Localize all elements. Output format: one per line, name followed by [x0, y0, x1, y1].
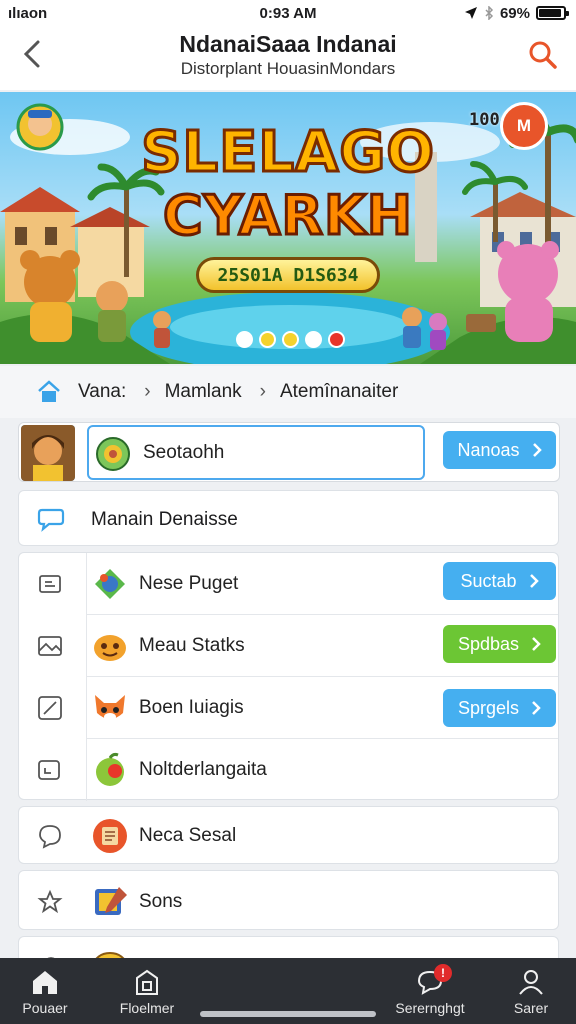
list-item[interactable]: Neca Sesal — [19, 805, 558, 867]
image-icon — [38, 636, 62, 656]
tab-profile[interactable]: Sarer — [496, 958, 566, 1024]
list-header-title: Manain Denaisse — [91, 509, 238, 530]
chevron-right-icon — [529, 574, 539, 588]
fruit-game-icon — [96, 752, 124, 786]
home-indicator — [200, 1011, 376, 1017]
battery-percent: 69% — [499, 4, 530, 22]
list-item-button-label: Sprgels — [457, 697, 520, 718]
breadcrumb: Vana: › Mamlank › Atemînanaiter — [0, 366, 576, 418]
game-banner[interactable]: SLELAGO CYARKH 25S01A D1S634 1004 M — [0, 92, 576, 364]
chevron-right-icon — [532, 701, 541, 715]
store-icon — [136, 969, 158, 995]
chevron-right-icon — [532, 443, 542, 457]
search-action-label: Nanoas — [457, 439, 520, 460]
status-bar: ılıaon 0:93 AM 69% — [0, 0, 576, 26]
fox-game-icon — [95, 695, 125, 721]
header-titles: NdanaiSaaa Indanai Distorplant HouasinMo… — [0, 30, 576, 80]
list-item-button-1[interactable]: Suctab — [443, 562, 556, 600]
banner-score: 25S01A D1S634 — [196, 257, 380, 293]
breadcrumb-item-2[interactable]: Mamlank — [165, 381, 242, 403]
tab-label: Floelmer — [119, 1000, 175, 1016]
page-title: NdanaiSaaa Indanai — [179, 31, 397, 57]
pumpkin-game-icon — [94, 635, 126, 661]
home-icon[interactable] — [36, 379, 62, 405]
list-item[interactable]: Sons — [19, 871, 558, 933]
carousel-dot[interactable] — [305, 331, 322, 348]
list-item-button-2[interactable]: Spdbas — [443, 625, 556, 663]
carousel-dot[interactable] — [282, 331, 299, 348]
carousel-dot[interactable] — [236, 331, 253, 348]
chevron-right-icon — [532, 637, 541, 651]
chevron-right-icon: › — [259, 381, 266, 402]
header: NdanaiSaaa Indanai Distorplant HouasinMo… — [0, 26, 576, 90]
page-subtitle: Distorplant HouasinMondars — [180, 59, 396, 78]
chevron-right-icon: › — [144, 381, 151, 402]
comment-icon — [39, 825, 61, 849]
tab-store[interactable]: Floelmer — [112, 958, 182, 1024]
user-icon — [519, 970, 543, 995]
breadcrumb-item-1[interactable]: Vana: — [78, 381, 126, 403]
bluetooth-icon — [485, 6, 494, 20]
battery-icon — [536, 6, 569, 20]
list-item-label: Noltderlangaita — [139, 759, 267, 780]
search-icon — [529, 41, 557, 69]
coin-badge[interactable]: M — [500, 102, 548, 150]
document-icon — [39, 575, 61, 593]
list-item-label: Sons — [139, 891, 183, 912]
home-icon — [33, 971, 57, 994]
list-item-button-label: Spdbas — [457, 633, 520, 654]
edit-icon — [38, 696, 62, 720]
tab-label: Pouaer — [22, 1000, 68, 1016]
list-item[interactable]: Noltderlangaita — [19, 739, 558, 801]
tab-home[interactable]: Pouaer — [10, 958, 80, 1024]
breadcrumb-item-3[interactable]: Atemînanaiter — [280, 381, 398, 403]
list-item-button-3[interactable]: Sprgels — [443, 689, 556, 727]
list-header-card[interactable]: Manain Denaisse — [18, 490, 559, 546]
list-group-2: Neca Sesal — [18, 806, 559, 864]
scroll-game-icon — [93, 819, 127, 853]
chat-icon — [37, 508, 65, 532]
search-input[interactable]: Seotaohh — [87, 425, 425, 480]
list-item-label: Boen Iuiagis — [139, 697, 244, 718]
tab-label: Sarer — [513, 1000, 549, 1016]
search-value: Seotaohh — [143, 441, 225, 463]
banner-title-line2: CYARKH — [162, 183, 414, 249]
list-group-3: Sons — [18, 870, 559, 930]
search-button[interactable] — [526, 38, 560, 72]
carrier-label: ılıaon — [8, 4, 48, 22]
star-icon — [37, 889, 63, 914]
location-icon — [464, 7, 477, 19]
search-action-button[interactable]: Nanoas — [443, 431, 556, 469]
book-game-icon — [95, 887, 127, 915]
list-item-button-label: Suctab — [460, 570, 517, 591]
character-portrait-icon — [21, 425, 75, 481]
list-item-label: Neca Sesal — [139, 825, 237, 846]
tab-messages[interactable]: ! Serernghgt — [390, 958, 470, 1024]
leaf-game-icon — [95, 569, 125, 599]
carousel-dot[interactable] — [328, 331, 345, 348]
notification-badge: ! — [434, 964, 452, 982]
status-right: 69% — [464, 4, 569, 22]
carousel-dots[interactable] — [236, 331, 345, 348]
list-item-label: Meau Statks — [139, 635, 245, 656]
tab-label: Serernghgt — [395, 1000, 465, 1016]
gallery-icon — [38, 760, 60, 780]
list-item-label: Nese Puget — [139, 573, 239, 594]
carousel-dot[interactable] — [259, 331, 276, 348]
game-icon — [96, 437, 130, 471]
avatar[interactable] — [21, 425, 75, 481]
